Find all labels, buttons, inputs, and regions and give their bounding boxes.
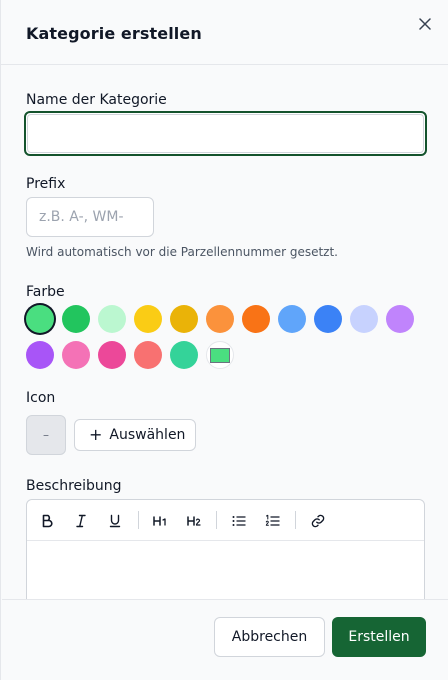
color-swatch[interactable] [278, 305, 306, 333]
color-swatch[interactable] [386, 305, 414, 333]
create-button[interactable]: Erstellen [332, 617, 426, 657]
color-swatch[interactable] [62, 305, 90, 333]
editor-toolbar [27, 500, 424, 541]
color-swatch[interactable] [206, 305, 234, 333]
choose-icon-label: Auswählen [109, 427, 186, 443]
ordered-list-icon [265, 514, 280, 526]
link-button[interactable] [308, 511, 328, 531]
bullet-list-button[interactable] [229, 511, 249, 531]
color-swatch[interactable] [242, 305, 270, 333]
close-button[interactable] [415, 14, 435, 34]
underline-button[interactable] [105, 511, 125, 531]
ordered-list-button[interactable] [263, 511, 283, 531]
prefix-help-text: Wird automatisch vor die Parzellennummer… [26, 245, 338, 259]
heading-1-button[interactable] [150, 511, 170, 531]
description-editor [26, 499, 425, 609]
color-label: Farbe [26, 284, 65, 300]
heading-2-icon [187, 516, 201, 526]
link-icon [311, 514, 325, 528]
color-swatch[interactable] [170, 341, 198, 369]
icon-preview: – [26, 415, 66, 455]
bold-icon [42, 514, 53, 528]
toolbar-divider [216, 511, 217, 529]
color-swatch[interactable] [26, 341, 54, 369]
name-input[interactable] [27, 114, 424, 153]
close-icon [419, 18, 431, 30]
custom-color-chip [210, 347, 230, 363]
dialog-footer: Abbrechen Erstellen [2, 599, 448, 680]
description-label: Beschreibung [26, 478, 122, 494]
color-swatch[interactable] [26, 305, 54, 333]
color-swatch[interactable] [98, 341, 126, 369]
dialog-title: Kategorie erstellen [26, 24, 202, 43]
cancel-button[interactable]: Abbrechen [214, 617, 325, 657]
name-label: Name der Kategorie [26, 92, 167, 108]
color-swatch[interactable] [314, 305, 342, 333]
color-swatch[interactable] [62, 341, 90, 369]
custom-color-picker[interactable] [206, 341, 234, 369]
prefix-label: Prefix [26, 176, 66, 192]
plus-icon: + [89, 425, 103, 444]
heading-1-icon [153, 516, 166, 526]
color-swatch[interactable] [170, 305, 198, 333]
dialog-header: Kategorie erstellen [1, 0, 448, 65]
color-swatch[interactable] [98, 305, 126, 333]
toolbar-divider [138, 511, 139, 529]
create-category-dialog: Kategorie erstellen Name der Kategorie P… [0, 0, 448, 680]
icon-label: Icon [26, 390, 56, 406]
color-swatch[interactable] [134, 305, 162, 333]
choose-icon-button[interactable]: + Auswählen [74, 419, 196, 451]
color-swatch[interactable] [350, 305, 378, 333]
bold-button[interactable] [37, 511, 57, 531]
toolbar-divider [295, 511, 296, 529]
underline-icon [109, 514, 121, 528]
italic-button[interactable] [71, 511, 91, 531]
italic-icon [76, 514, 86, 528]
bullet-list-icon [232, 516, 246, 526]
prefix-input[interactable] [26, 197, 154, 237]
color-swatch[interactable] [134, 341, 162, 369]
heading-2-button[interactable] [184, 511, 204, 531]
